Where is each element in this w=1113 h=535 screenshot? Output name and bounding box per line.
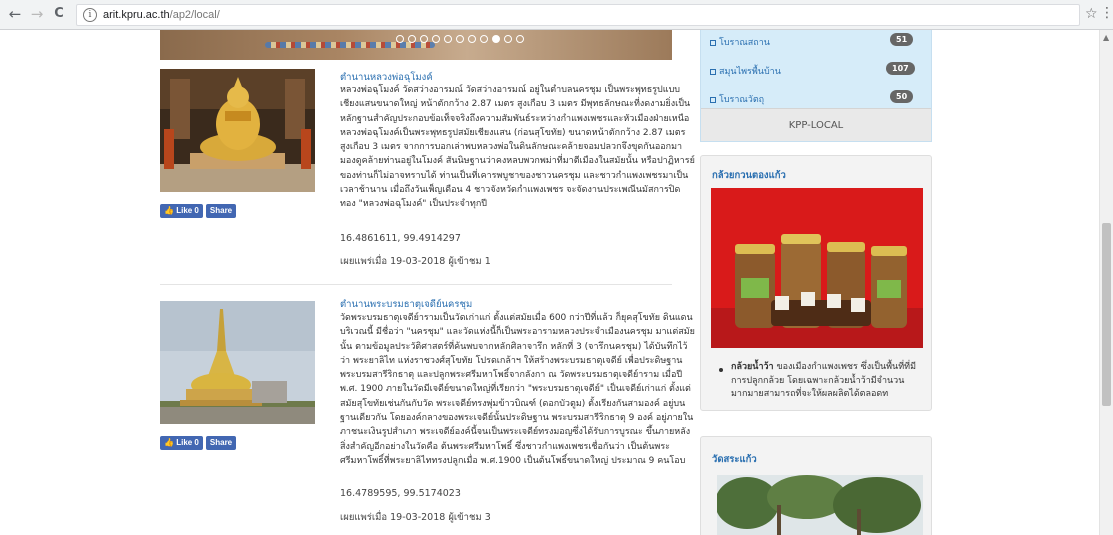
category-label: โบราณวัตถุ bbox=[719, 95, 765, 105]
category-count-badge: 51 bbox=[890, 33, 914, 46]
address-url[interactable]: arit.kpru.ac.th/ap2/local/ bbox=[103, 9, 220, 21]
slider-dot[interactable] bbox=[468, 35, 476, 43]
banana-jars-image bbox=[711, 188, 923, 348]
forward-arrow-icon[interactable]: → bbox=[28, 5, 46, 23]
facebook-like-label: Like 0 bbox=[176, 438, 199, 447]
sidebar-box-title[interactable]: วัดสระแก้ว bbox=[712, 452, 757, 467]
sidebar-temple-image[interactable] bbox=[717, 475, 923, 535]
checkbox-icon bbox=[710, 39, 716, 46]
category-label: สมุนไพรพื้นบ้าน bbox=[719, 67, 781, 77]
back-arrow-icon[interactable]: ← bbox=[6, 5, 24, 23]
slider-dot[interactable] bbox=[516, 35, 524, 43]
slider-dot[interactable] bbox=[444, 35, 452, 43]
category-label: โบราณสถาน bbox=[719, 38, 770, 48]
facebook-like-button[interactable]: 👍 Like 0 bbox=[160, 204, 203, 218]
list-bullet-icon bbox=[719, 368, 723, 372]
trees-image bbox=[717, 475, 923, 535]
checkbox-icon bbox=[710, 68, 716, 75]
sidebar-box-product: กล้วยกวนตองแก้ว กล้วยน้ำว้า ของเมืองกำแพ… bbox=[700, 155, 932, 411]
slider-dot[interactable] bbox=[504, 35, 512, 43]
description-highlight: กล้วยน้ำว้า bbox=[731, 362, 774, 372]
sidebar-box-description: กล้วยน้ำว้า ของเมืองกำแพงเพชร ซึ่งเป็นพื… bbox=[731, 361, 925, 402]
thumbs-up-icon: 👍 bbox=[164, 438, 174, 447]
post-body: วัดพระบรมธาตุเจดีย์ารามเป็นวัดเก่าแก่ ตั… bbox=[340, 313, 695, 466]
facebook-share-button[interactable]: Share bbox=[205, 436, 237, 450]
facebook-buttons: 👍 Like 0 Share bbox=[160, 204, 237, 218]
post-thumbnail-chedi[interactable] bbox=[160, 301, 315, 424]
post-thumbnail-buddha[interactable] bbox=[160, 69, 315, 192]
url-host: arit.kpru.ac.th bbox=[103, 9, 170, 21]
reload-icon[interactable]: C bbox=[50, 5, 68, 23]
url-path: /ap2/local/ bbox=[169, 9, 220, 21]
slider-dot[interactable] bbox=[396, 35, 404, 43]
page-scrollbar[interactable]: ▲ bbox=[1099, 30, 1113, 535]
category-count-badge: 107 bbox=[886, 62, 915, 75]
thumbs-up-icon: 👍 bbox=[164, 206, 174, 215]
facebook-buttons: 👍 Like 0 Share bbox=[160, 436, 237, 450]
category-link[interactable]: โบราณวัตถุ bbox=[710, 92, 764, 106]
sidebar-box-temple: วัดสระแก้ว bbox=[700, 436, 932, 535]
browser-menu-icon[interactable]: ⋮ bbox=[1100, 5, 1113, 21]
category-link[interactable]: โบราณสถาน bbox=[710, 35, 770, 49]
slider-dot[interactable] bbox=[432, 35, 440, 43]
bookmark-star-icon[interactable]: ☆ bbox=[1085, 6, 1098, 22]
chedi-image bbox=[160, 301, 315, 424]
slider-dot-active[interactable] bbox=[492, 35, 500, 43]
post-meta: เผยแพร่เมื่อ 19-03-2018 ผู้เข้าชม 3 bbox=[340, 512, 491, 523]
category-link[interactable]: สมุนไพรพื้นบ้าน bbox=[710, 64, 781, 78]
address-bar[interactable]: i arit.kpru.ac.th/ap2/local/ bbox=[76, 4, 1080, 26]
facebook-like-button[interactable]: 👍 Like 0 bbox=[160, 436, 203, 450]
slider-dot[interactable] bbox=[408, 35, 416, 43]
scroll-up-arrow-icon[interactable]: ▲ bbox=[1103, 33, 1109, 42]
facebook-like-label: Like 0 bbox=[176, 206, 199, 215]
sidebar-product-image[interactable] bbox=[711, 188, 923, 348]
panel-footer-label: KPP-LOCAL bbox=[701, 108, 931, 141]
post-body: หลวงพ่อฉุโมงค์ วัดสว่างอารมณ์ วัดสว่างอา… bbox=[340, 85, 695, 210]
post-coordinates: 16.4861611, 99.4914297 bbox=[340, 233, 461, 244]
scrollbar-thumb[interactable] bbox=[1102, 223, 1111, 406]
post-title[interactable]: ตำนานพระบรมธาตุเจดีย์นครชุม bbox=[340, 297, 472, 312]
category-panel: โบราณสถาน 51 สมุนไพรพื้นบ้าน 107 โบราณวั… bbox=[700, 30, 932, 142]
browser-toolbar: ← → C i arit.kpru.ac.th/ap2/local/ ☆ ⋮ bbox=[0, 0, 1113, 30]
slider-dot[interactable] bbox=[420, 35, 428, 43]
facebook-share-button[interactable]: Share bbox=[205, 204, 237, 218]
info-icon[interactable]: i bbox=[83, 8, 97, 22]
checkbox-icon bbox=[710, 96, 716, 103]
image-slider bbox=[160, 30, 672, 60]
buddha-image bbox=[160, 69, 315, 192]
sidebar-box-title[interactable]: กล้วยกวนตองแก้ว bbox=[712, 168, 786, 183]
post-meta: เผยแพร่เมื่อ 19-03-2018 ผู้เข้าชม 1 bbox=[340, 256, 491, 267]
post-coordinates: 16.4789595, 99.5174023 bbox=[340, 488, 461, 499]
slider-dot[interactable] bbox=[456, 35, 464, 43]
category-count-badge: 50 bbox=[890, 90, 914, 103]
post-divider bbox=[160, 284, 672, 285]
slider-indicators bbox=[396, 35, 524, 43]
slider-dot[interactable] bbox=[480, 35, 488, 43]
